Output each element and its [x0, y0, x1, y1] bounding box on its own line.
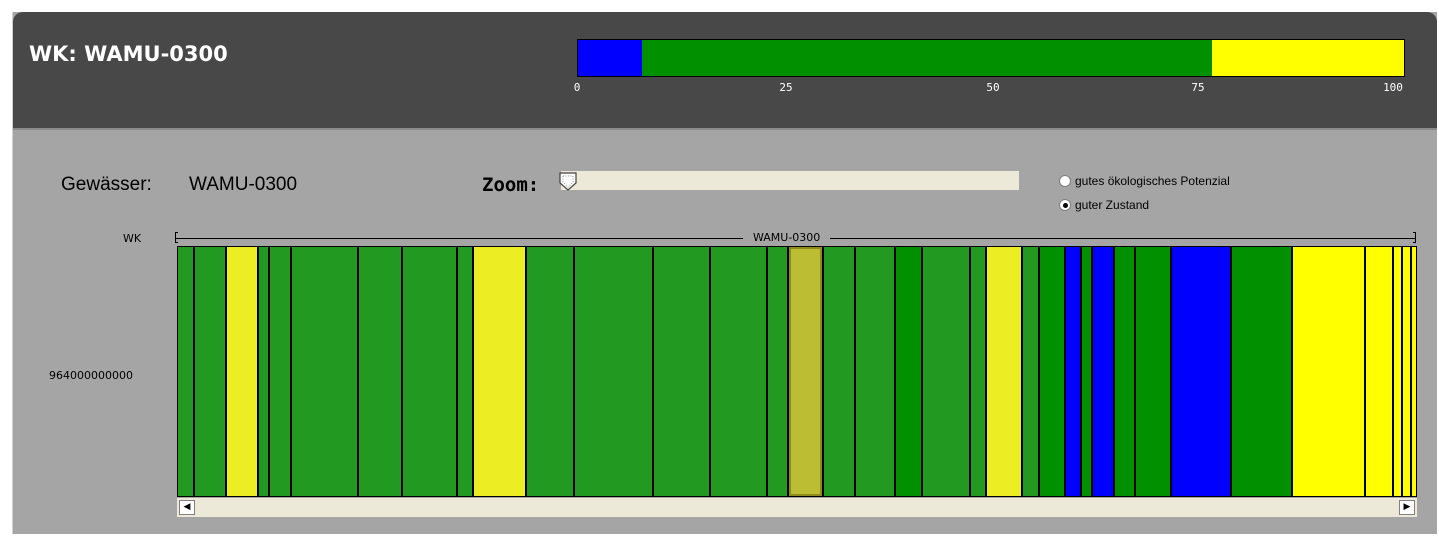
- strip-segment[interactable]: [259, 247, 268, 496]
- strip-segment[interactable]: [896, 247, 921, 496]
- strip-segment[interactable]: [474, 247, 525, 496]
- zoom-label: Zoom:: [482, 174, 540, 196]
- radio-gutes-potenzial-label: gutes ökologisches Potenzial: [1075, 174, 1230, 188]
- wk-title: WK: WAMU-0300: [29, 42, 228, 66]
- strip-segment[interactable]: [1232, 247, 1291, 496]
- summary-tick-50: 50: [986, 81, 1000, 94]
- strip-segment[interactable]: [292, 247, 357, 496]
- strip-segment[interactable]: [1293, 247, 1364, 496]
- strip-segment-selected[interactable]: [789, 247, 822, 496]
- section-id-label: 964000000000: [49, 369, 133, 382]
- strip-segment[interactable]: [527, 247, 573, 496]
- strip-segment[interactable]: [270, 247, 290, 496]
- strip-segment[interactable]: [1403, 247, 1410, 496]
- summary-tick-75: 75: [1191, 81, 1205, 94]
- strip-segment[interactable]: [1366, 247, 1392, 496]
- summary-tick-25: 25: [779, 81, 793, 94]
- strip-segment[interactable]: [711, 247, 766, 496]
- strip-segment[interactable]: [923, 247, 969, 496]
- radio-guter-zustand-label: guter Zustand: [1075, 198, 1150, 212]
- scroll-left-button[interactable]: ◀: [179, 500, 195, 515]
- radio-gutes-potenzial[interactable]: gutes ökologisches Potenzial: [1059, 173, 1230, 189]
- summary-segment-0: [578, 40, 643, 76]
- strip-segment[interactable]: [824, 247, 854, 496]
- summary-tick-0: 0: [573, 81, 581, 94]
- summary-segment-2: [1212, 40, 1404, 76]
- strip-segment[interactable]: [1172, 247, 1230, 496]
- summary-segment-1: [642, 40, 1213, 76]
- gewaesser-label: Gewässer:: [61, 174, 152, 195]
- summary-tick-100: 100: [1383, 81, 1403, 94]
- strip-segment[interactable]: [195, 247, 225, 496]
- strip-segment[interactable]: [1115, 247, 1134, 496]
- strip-segment[interactable]: [403, 247, 456, 496]
- zoom-slider-thumb[interactable]: [558, 171, 578, 191]
- strip-segment[interactable]: [1394, 247, 1401, 496]
- header-bar: WK: WAMU-0300 0 25 50 75 100: [13, 12, 1437, 130]
- wk-row-label: WK: [123, 232, 142, 245]
- strip-segment[interactable]: [1082, 247, 1091, 496]
- strip-segment[interactable]: [227, 247, 257, 496]
- scroll-right-button[interactable]: ▶: [1399, 500, 1415, 515]
- strip-segment[interactable]: [575, 247, 652, 496]
- strip-segment[interactable]: [359, 247, 401, 496]
- summary-bar: [577, 39, 1405, 77]
- strip-segment[interactable]: [1040, 247, 1064, 496]
- strip-segment[interactable]: [178, 247, 193, 496]
- strip-segment[interactable]: [1066, 247, 1080, 496]
- strip-segment[interactable]: [971, 247, 985, 496]
- strip-segment[interactable]: [856, 247, 894, 496]
- radio-circle-unchecked-icon[interactable]: [1059, 175, 1071, 187]
- strip-segment[interactable]: [458, 247, 472, 496]
- strip-segment[interactable]: [1136, 247, 1170, 496]
- strip-segment[interactable]: [1093, 247, 1113, 496]
- horizontal-scrollbar[interactable]: [177, 498, 1417, 517]
- gewaesser-value: WAMU-0300: [189, 174, 298, 195]
- radio-circle-checked-icon[interactable]: [1059, 199, 1071, 211]
- status-strip: [177, 246, 1417, 497]
- zoom-slider[interactable]: [561, 171, 1019, 190]
- strip-segment[interactable]: [654, 247, 709, 496]
- strip-segment[interactable]: [1023, 247, 1038, 496]
- radio-guter-zustand[interactable]: guter Zustand: [1059, 197, 1149, 213]
- strip-segment[interactable]: [768, 247, 787, 496]
- strip-segment[interactable]: [1412, 247, 1416, 496]
- strip-segment[interactable]: [987, 247, 1021, 496]
- wk-left-bracket: [175, 232, 178, 243]
- wk-extent-label: WAMU-0300: [743, 231, 831, 244]
- wk-right-bracket: [1413, 232, 1416, 243]
- main-panel: WK: WAMU-0300 0 25 50 75 100 Gewässer: W…: [12, 12, 1437, 534]
